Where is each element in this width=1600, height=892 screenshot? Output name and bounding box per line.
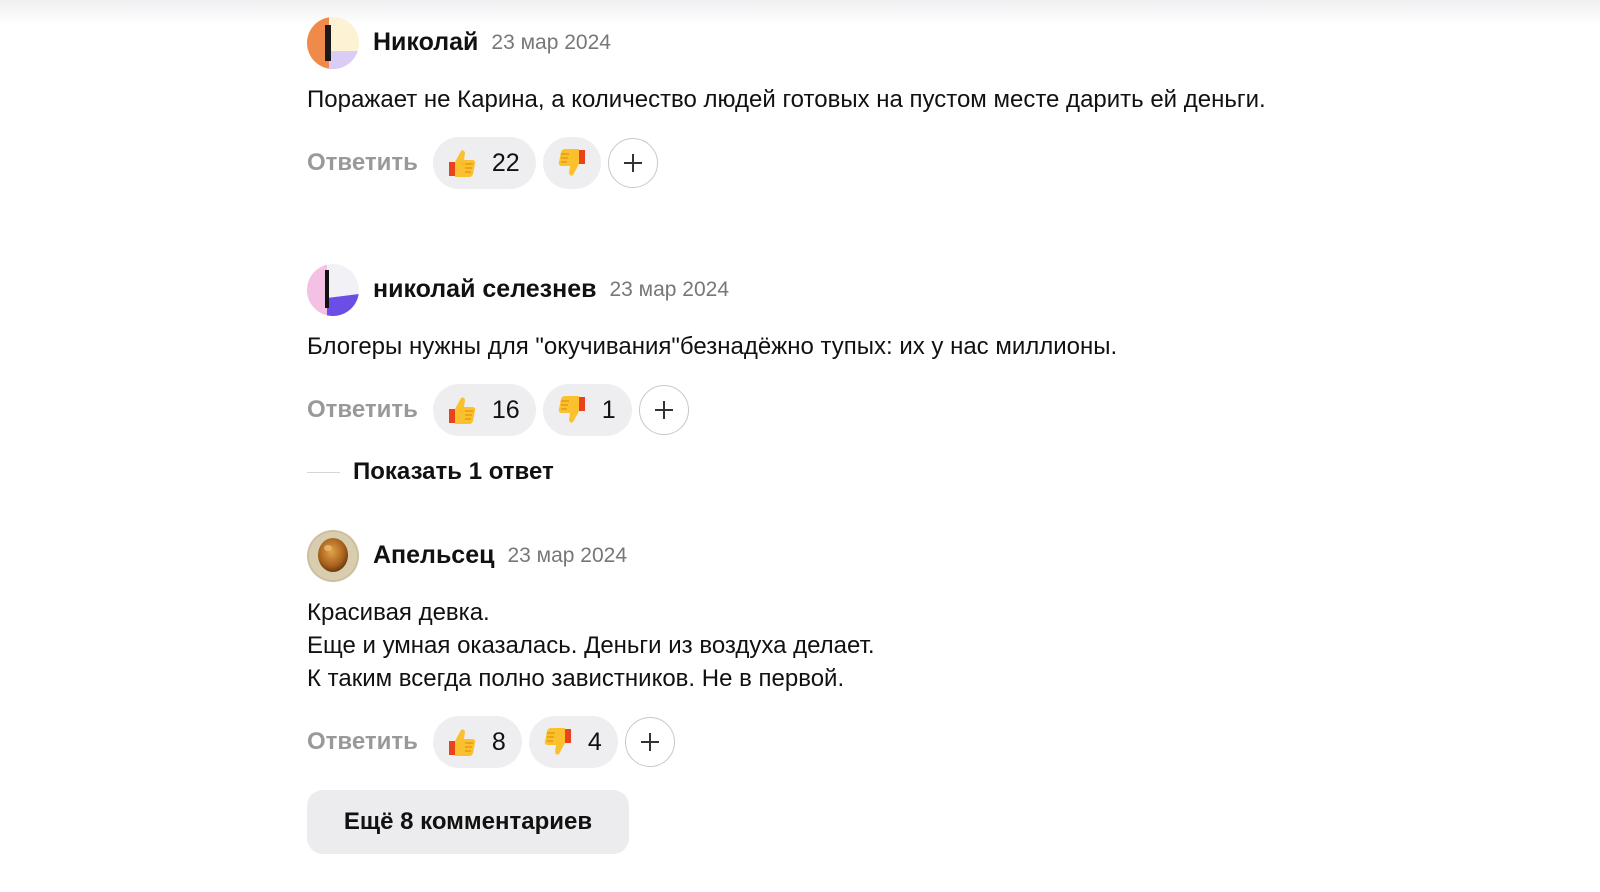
thumbs-up-icon	[448, 397, 476, 424]
dislike-reaction[interactable]: 1	[542, 384, 632, 436]
add-reaction-button[interactable]	[624, 717, 675, 767]
comment-actions: Ответить 16 1	[307, 384, 1307, 436]
dislike-reaction[interactable]: 4	[528, 716, 618, 768]
comment-date: 23 мар 2024	[491, 30, 611, 54]
thumbs-down-icon	[558, 396, 585, 423]
comment: Николай 23 мар 2024 Поражает не Карина, …	[307, 16, 1307, 189]
comment: Апельсец 23 мар 2024 Красивая девка. Еще…	[307, 529, 1307, 768]
avatar[interactable]	[307, 16, 359, 69]
more-comments-button[interactable]: Ещё 8 комментариев	[307, 790, 629, 854]
comment-header: Апельсец 23 мар 2024	[307, 529, 1307, 582]
thumbs-down-icon	[544, 728, 571, 755]
comment-header: николай селезнев 23 мар 2024	[307, 263, 1307, 316]
dislike-count: 4	[587, 727, 602, 756]
reply-button[interactable]: Ответить	[307, 396, 418, 424]
thumbs-up-icon	[448, 729, 476, 756]
dislike-count: 1	[601, 395, 616, 424]
plus-icon	[623, 154, 642, 172]
comment-date: 23 мар 2024	[609, 277, 730, 301]
like-reaction[interactable]: 16	[432, 384, 536, 436]
avatar[interactable]	[307, 263, 359, 316]
show-replies-button[interactable]: Показать 1 ответ	[307, 456, 554, 488]
like-count: 22	[491, 148, 520, 177]
comment-text: Красивая девка. Еще и умная оказалась. Д…	[307, 599, 875, 692]
author-name[interactable]: Апельсец	[373, 541, 494, 570]
plus-icon	[640, 733, 659, 751]
show-replies-label: Показать 1 ответ	[353, 458, 554, 485]
comment-actions: Ответить 8 4	[307, 716, 1307, 768]
add-reaction-button[interactable]	[638, 385, 689, 435]
comment-date: 23 мар 2024	[507, 543, 628, 567]
like-count: 8	[491, 727, 506, 756]
dislike-reaction[interactable]	[542, 137, 601, 189]
comment-text: Поражает не Карина, а количество людей г…	[307, 86, 1266, 113]
thumbs-up-icon	[448, 150, 476, 177]
like-count: 16	[491, 395, 520, 424]
comment: николай селезнев 23 мар 2024 Блогеры нуж…	[307, 263, 1307, 436]
reply-button[interactable]: Ответить	[307, 728, 418, 756]
add-reaction-button[interactable]	[607, 138, 658, 188]
thumbs-down-icon	[558, 149, 585, 176]
comment-actions: Ответить 22	[307, 137, 1307, 189]
thread-line	[307, 471, 340, 473]
comment-text: Блогеры нужны для "окучивания"безнадёжно…	[307, 333, 1118, 360]
reply-button[interactable]: Ответить	[307, 149, 418, 177]
avatar[interactable]	[307, 529, 359, 582]
author-name[interactable]: николай селезнев	[373, 275, 596, 304]
plus-icon	[654, 401, 673, 419]
like-reaction[interactable]: 22	[432, 137, 536, 189]
comment-header: Николай 23 мар 2024	[307, 16, 1307, 69]
author-name[interactable]: Николай	[373, 28, 478, 57]
like-reaction[interactable]: 8	[432, 716, 522, 768]
